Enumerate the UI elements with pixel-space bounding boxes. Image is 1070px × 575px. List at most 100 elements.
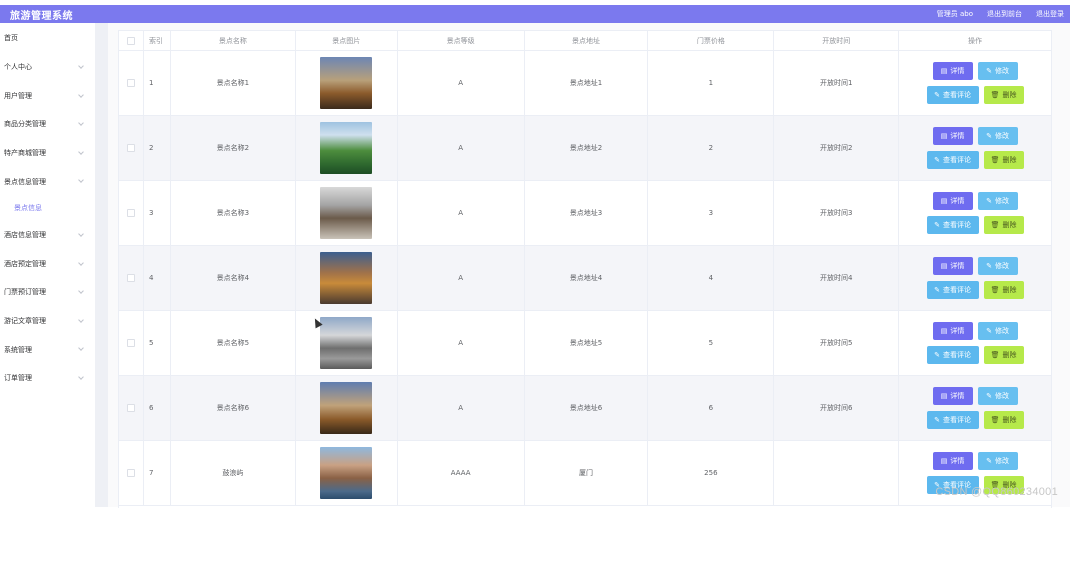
top-header: 旅游管理系统 管理员 abo 退出到前台 退出登录 [0, 5, 1070, 23]
delete-button[interactable]: 🗑 删除 [983, 86, 1024, 104]
sidebar-item-order-management[interactable]: 订单管理 [0, 364, 95, 393]
edit-button[interactable]: ✎ 修改 [977, 322, 1018, 340]
chevron-down-icon [78, 177, 84, 184]
column-header: 门票价格 [648, 31, 775, 50]
view-reviews-button[interactable]: ✎ 查看评论 [926, 411, 979, 429]
main-content: 索引 景点名称 景点图片 景点等级 景点地址 门票价格 开放时间 操作 1 景点名… [108, 23, 1070, 508]
delete-button[interactable]: 🗑 删除 [983, 151, 1024, 169]
document-icon: ▤ [940, 327, 948, 335]
row-checkbox[interactable] [126, 469, 135, 477]
column-header: 景点图片 [296, 31, 398, 50]
sidebar-item-travel-notes[interactable]: 游记文章管理 [0, 307, 95, 336]
sidebar-item-label: 商品分类管理 [4, 120, 46, 129]
delete-label: 删除 [1002, 157, 1017, 164]
action-line: ✎ 查看评论 🗑 删除 [926, 86, 1024, 104]
view-reviews-button[interactable]: ✎ 查看评论 [926, 216, 979, 234]
ticket-price: 5 [648, 311, 775, 375]
pencil-icon: ✎ [934, 221, 940, 229]
pencil-icon: ✎ [934, 91, 940, 99]
trash-icon: 🗑 [990, 221, 1000, 229]
edit-button[interactable]: ✎ 修改 [977, 127, 1018, 145]
view-reviews-button[interactable]: ✎ 查看评论 [926, 346, 979, 364]
sidebar-item-specialty-mall[interactable]: 特产商城管理 [0, 139, 95, 168]
sidebar-item-home[interactable]: 首页 [0, 23, 95, 53]
row-checkbox[interactable] [126, 404, 135, 412]
detail-button[interactable]: ▤ 详情 [932, 387, 973, 405]
review-label: 查看评论 [942, 92, 971, 99]
row-checkbox[interactable] [126, 339, 135, 347]
sidebar-item-hotel-management[interactable]: 酒店信息管理 [0, 221, 95, 250]
edit-button[interactable]: ✎ 修改 [977, 62, 1018, 80]
select-all-checkbox[interactable] [126, 36, 135, 45]
detail-button[interactable]: ▤ 详情 [932, 127, 973, 145]
trash-icon: 🗑 [990, 286, 1000, 294]
sidebar-item-label: 酒店信息管理 [4, 231, 46, 240]
sidebar-item-ticket-booking[interactable]: 门票预订管理 [0, 278, 95, 307]
row-checkbox[interactable] [126, 209, 135, 217]
row-checkbox[interactable] [126, 79, 135, 87]
delete-button[interactable]: 🗑 删除 [983, 411, 1024, 429]
edit-label: 修改 [994, 458, 1009, 465]
view-reviews-button[interactable]: ✎ 查看评论 [926, 86, 979, 104]
edit-button[interactable]: ✎ 修改 [977, 387, 1018, 405]
sidebar-item-label: 订单管理 [4, 374, 32, 383]
scenic-level: A [398, 181, 525, 245]
chevron-down-icon [78, 120, 84, 127]
document-icon: ▤ [940, 262, 948, 270]
detail-button[interactable]: ▤ 详情 [932, 322, 973, 340]
scenic-address: 厦门 [525, 441, 649, 505]
sidebar-item-user-management[interactable]: 用户管理 [0, 82, 95, 111]
header-actions: 管理员 abo 退出到前台 退出登录 [937, 9, 1064, 19]
delete-button[interactable]: 🗑 删除 [983, 281, 1024, 299]
sidebar-item-scenic-management[interactable]: 景点信息管理 [0, 167, 95, 196]
scenic-image-cell [296, 441, 398, 505]
table-row: 7 鼓浪屿 AAAA 厦门 256 ▤ 详情 ✎ 修改 ✎ 查看评论 🗑 删除 [119, 441, 1051, 506]
detail-button[interactable]: ▤ 详情 [932, 257, 973, 275]
detail-label: 详情 [950, 393, 965, 400]
logout-link[interactable]: 退出登录 [1036, 9, 1064, 19]
view-reviews-button[interactable]: ✎ 查看评论 [926, 151, 979, 169]
action-line: ✎ 查看评论 🗑 删除 [926, 281, 1024, 299]
edit-button[interactable]: ✎ 修改 [977, 452, 1018, 470]
detail-label: 详情 [950, 198, 965, 205]
scenic-level: A [398, 116, 525, 180]
delete-button[interactable]: 🗑 删除 [983, 216, 1024, 234]
ticket-price: 6 [648, 376, 775, 440]
row-actions: ▤ 详情 ✎ 修改 ✎ 查看评论 🗑 删除 [899, 311, 1051, 375]
scenic-image [320, 252, 373, 304]
scenic-level: A [398, 376, 525, 440]
action-line: ✎ 查看评论 🗑 删除 [926, 411, 1024, 429]
chevron-down-icon [78, 374, 84, 380]
sidebar-item-personal-center[interactable]: 个人中心 [0, 53, 95, 82]
table-body: 1 景点名称1 A 景点地址1 1 开放时间1 ▤ 详情 ✎ 修改 ✎ 查看评论 🗑 删除 2 景点名称2 A 景… [119, 51, 1051, 506]
sidebar-item-label: 首页 [4, 34, 18, 42]
table-row: 2 景点名称2 A 景点地址2 2 开放时间2 ▤ 详情 ✎ 修改 ✎ 查看评论 🗑 删除 [119, 116, 1051, 181]
table-row: 5 景点名称5 A 景点地址5 5 开放时间5 ▤ 详情 ✎ 修改 ✎ 查看评论 🗑 删除 [119, 311, 1051, 376]
back-to-front-link[interactable]: 退出到前台 [987, 9, 1022, 19]
app-title: 旅游管理系统 [10, 10, 73, 22]
edit-button[interactable]: ✎ 修改 [977, 257, 1018, 275]
view-reviews-button[interactable]: ✎ 查看评论 [926, 281, 979, 299]
sidebar-item-category-management[interactable]: 商品分类管理 [0, 110, 95, 139]
table-row: 4 景点名称4 A 景点地址4 4 开放时间4 ▤ 详情 ✎ 修改 ✎ 查看评论 🗑 删除 [119, 246, 1051, 311]
action-line: ▤ 详情 ✎ 修改 [932, 62, 1018, 80]
row-checkbox[interactable] [126, 274, 135, 282]
pencil-icon: ✎ [934, 156, 940, 164]
sidebar-item-scenic-info[interactable]: 景点信息 [0, 196, 95, 221]
scenic-image-cell [296, 181, 398, 245]
detail-button[interactable]: ▤ 详情 [932, 452, 973, 470]
row-index: 6 [144, 376, 171, 440]
delete-label: 删除 [1002, 287, 1017, 294]
delete-label: 删除 [1002, 352, 1017, 359]
chevron-down-icon [78, 63, 84, 69]
sidebar-item-system-management[interactable]: 系统管理 [0, 335, 95, 364]
delete-button[interactable]: 🗑 删除 [983, 346, 1024, 364]
detail-button[interactable]: ▤ 详情 [932, 192, 973, 210]
scenic-level: A [398, 311, 525, 375]
pencil-icon: ✎ [986, 262, 992, 270]
row-checkbox[interactable] [126, 144, 135, 152]
sidebar-item-hotel-booking[interactable]: 酒店预定管理 [0, 250, 95, 279]
document-icon: ▤ [940, 132, 948, 140]
detail-button[interactable]: ▤ 详情 [932, 62, 973, 80]
edit-button[interactable]: ✎ 修改 [977, 192, 1018, 210]
